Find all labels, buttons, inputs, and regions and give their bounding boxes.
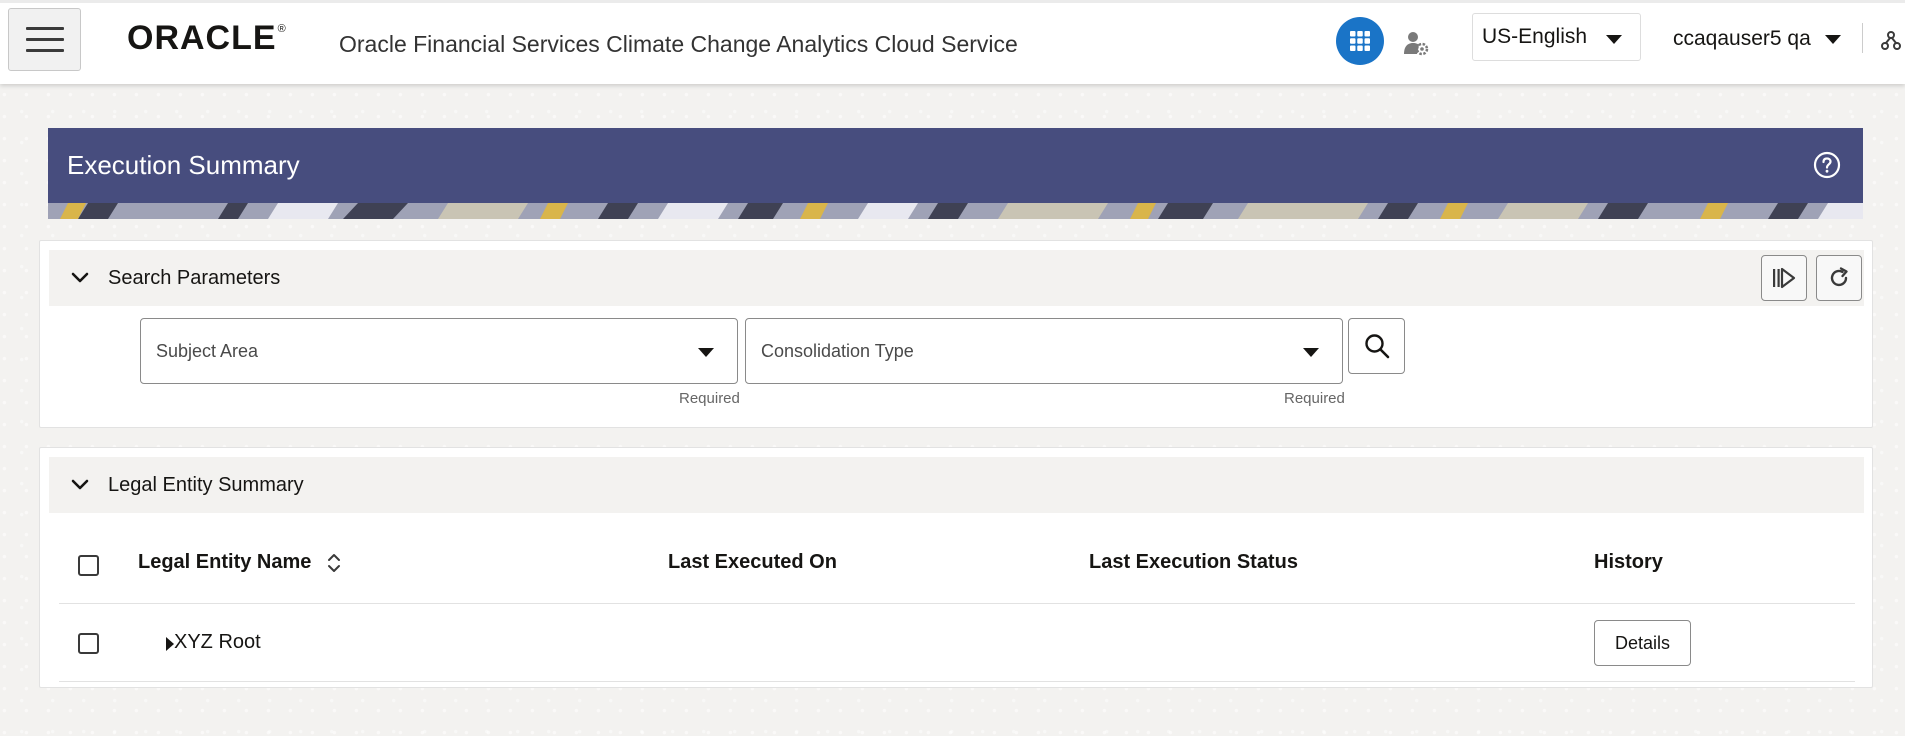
share-icon[interactable] [1880, 30, 1902, 52]
search-parameters-header[interactable]: Search Parameters [49, 250, 1864, 306]
apps-grid-button[interactable] [1336, 17, 1384, 65]
consolidation-type-help: Required [1284, 390, 1345, 407]
page-title: Execution Summary [67, 150, 300, 180]
user-gear-icon[interactable] [1403, 30, 1429, 56]
chevron-down-icon [698, 348, 714, 357]
header-divider [1862, 23, 1863, 53]
logo-registered-mark: ® [277, 23, 287, 35]
execute-icon [1773, 267, 1796, 289]
chevron-down-icon [71, 479, 89, 490]
apps-grid-icon [1350, 31, 1370, 51]
table-header-row: Legal Entity Name Last Executed On Last … [59, 526, 1855, 604]
row-checkbox[interactable] [78, 633, 99, 654]
refresh-button[interactable] [1816, 255, 1862, 301]
column-header-history: History [1594, 551, 1663, 573]
hamburger-menu-button[interactable] [8, 8, 81, 71]
top-bar: ORACLE ® Oracle Financial Services Climat… [0, 0, 1905, 84]
user-name: ccaqauser5 qa [1673, 27, 1811, 50]
search-parameters-label: Search Parameters [108, 266, 281, 289]
user-menu[interactable]: ccaqauser5 qa [1673, 27, 1841, 51]
table-row: XYZ Root Details [59, 604, 1855, 682]
search-icon [1364, 334, 1389, 359]
column-header-last-execution-status: Last Execution Status [1089, 551, 1298, 573]
banner-decorative-strip [48, 203, 1863, 219]
page-banner: Execution Summary [48, 128, 1863, 219]
legal-entity-name: XYZ Root [174, 631, 261, 653]
language-select[interactable]: US-English [1472, 13, 1641, 61]
select-all-checkbox[interactable] [78, 555, 99, 576]
logo-text: ORACLE [127, 19, 277, 57]
legal-entity-summary-panel: Legal Entity Summary Legal Entity Name L… [39, 447, 1873, 688]
chevron-down-icon [1606, 35, 1622, 44]
refresh-icon [1830, 267, 1848, 287]
expand-caret-icon[interactable] [166, 637, 174, 651]
chevron-down-icon [1824, 34, 1841, 44]
sort-icon[interactable] [326, 552, 342, 574]
consolidation-type-label: Consolidation Type [761, 340, 914, 361]
legal-entity-summary-label: Legal Entity Summary [108, 473, 304, 496]
subject-area-help: Required [679, 390, 740, 407]
consolidation-type-select[interactable]: Consolidation Type [745, 318, 1343, 384]
hamburger-icon-line [25, 49, 64, 52]
chevron-down-icon [1303, 348, 1319, 357]
execute-button[interactable] [1761, 255, 1807, 301]
column-header-last-executed-on: Last Executed On [668, 551, 837, 573]
chevron-down-icon [71, 272, 89, 283]
language-value: US-English [1482, 25, 1588, 48]
oracle-logo: ORACLE ® [127, 19, 287, 59]
search-parameters-panel: Search Parameters Subject Area Required … [39, 240, 1873, 428]
app-title: Oracle Financial Services Climate Change… [339, 31, 1018, 57]
legal-entity-table: Legal Entity Name Last Executed On Last … [59, 526, 1855, 682]
column-header-legal-entity-name[interactable]: Legal Entity Name [138, 551, 311, 574]
hamburger-icon-line [25, 27, 64, 30]
details-button[interactable]: Details [1594, 620, 1691, 666]
search-button[interactable] [1348, 318, 1405, 374]
subject-area-select[interactable]: Subject Area [140, 318, 738, 384]
legal-entity-summary-header[interactable]: Legal Entity Summary [49, 457, 1864, 513]
subject-area-label: Subject Area [156, 340, 259, 361]
hamburger-icon-line [25, 38, 64, 41]
help-icon[interactable] [1813, 151, 1841, 179]
